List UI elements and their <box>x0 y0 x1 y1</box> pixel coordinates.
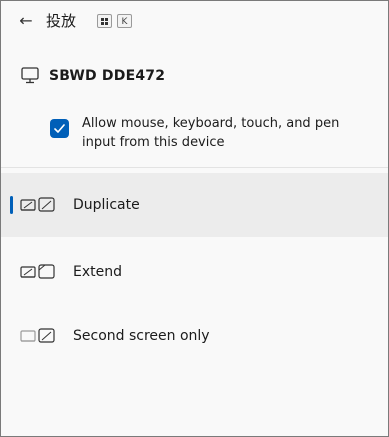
mode-label: Duplicate <box>73 197 140 213</box>
monitor-icon <box>21 67 39 84</box>
divider <box>1 167 388 168</box>
back-arrow-icon: ← <box>19 11 33 30</box>
device-name: SBWD DDE472 <box>49 68 166 84</box>
allow-input-option: Allow mouse, keyboard, touch, and pen in… <box>1 111 388 155</box>
cast-flyout-panel: ← 投放 K SBWD DDE472 Allow mouse, keyboard… <box>0 0 389 437</box>
shortcut-key-k: K <box>117 14 132 28</box>
mode-second-screen-only[interactable]: Second screen only <box>1 304 388 368</box>
allow-input-label: Allow mouse, keyboard, touch, and pen in… <box>82 116 340 150</box>
mode-label: Extend <box>73 264 122 280</box>
mode-duplicate[interactable]: Duplicate <box>1 173 388 237</box>
allow-input-checkbox[interactable] <box>50 119 69 138</box>
back-button[interactable]: ← <box>15 12 37 30</box>
connected-device-row: SBWD DDE472 <box>1 61 388 91</box>
selected-indicator <box>10 196 13 214</box>
windows-key-icon <box>97 14 112 28</box>
flyout-header: ← 投放 K <box>1 1 388 41</box>
page-title: 投放 <box>46 12 77 30</box>
duplicate-screens-icon <box>20 197 55 212</box>
mode-label: Second screen only <box>73 328 210 344</box>
mode-extend[interactable]: Extend <box>1 240 388 304</box>
extend-screens-icon <box>20 264 55 279</box>
checkmark-icon <box>54 124 65 133</box>
second-screen-only-icon <box>20 328 55 343</box>
